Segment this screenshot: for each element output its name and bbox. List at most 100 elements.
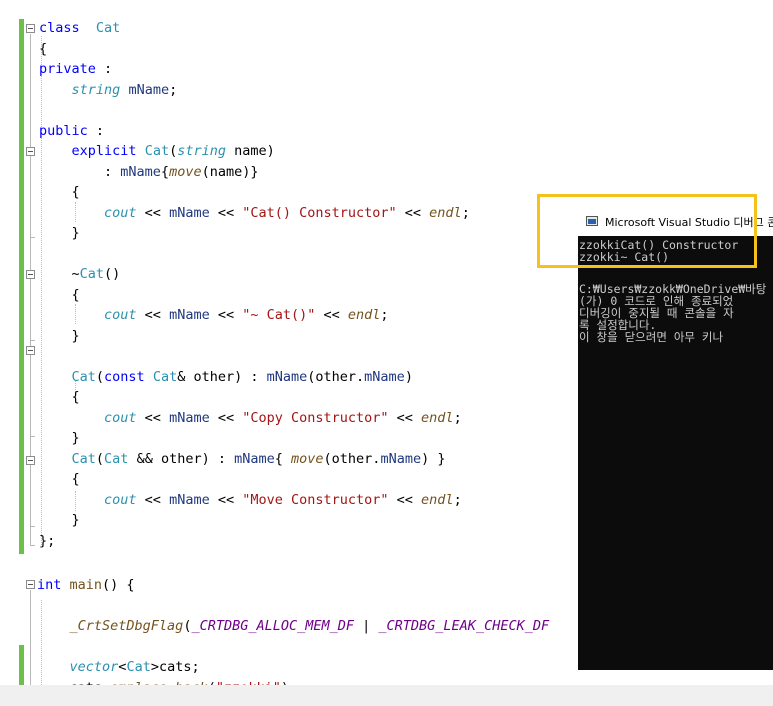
- code-token: (: [95, 450, 105, 467]
- code-line[interactable]: class Cat: [39, 19, 120, 38]
- code-token: ;: [453, 491, 462, 508]
- code-line[interactable]: cout << mName << "~ Cat()" << endl;: [39, 306, 389, 325]
- fold-end: [30, 237, 35, 238]
- code-token: Cat: [152, 368, 178, 385]
- code-token: {: [39, 184, 80, 200]
- collapse-explicit-ctor-icon[interactable]: [26, 147, 35, 156]
- code-line[interactable]: : mName{move(name)}: [39, 163, 258, 182]
- change-bar: [19, 19, 24, 554]
- code-line[interactable]: };: [39, 532, 55, 551]
- code-token: cout: [104, 204, 137, 221]
- collapse-destructor-icon[interactable]: [26, 270, 35, 279]
- code-line[interactable]: {: [39, 40, 47, 59]
- code-line[interactable]: ~Cat(): [39, 265, 121, 284]
- code-line[interactable]: {: [39, 183, 80, 202]
- code-token: Cat: [71, 450, 96, 467]
- code-line[interactable]: string mName;: [39, 81, 178, 100]
- code-token: {: [39, 389, 80, 405]
- code-token: () {: [102, 577, 135, 593]
- code-token: "Copy Constructor": [242, 409, 389, 426]
- code-token: cout: [104, 491, 137, 508]
- collapse-move-ctor-icon[interactable]: [26, 456, 35, 465]
- fold-end: [30, 545, 35, 546]
- code-token: "Cat() Constructor": [242, 204, 397, 221]
- code-token: ~: [39, 266, 80, 282]
- code-token: (name)}: [201, 163, 259, 180]
- code-token: Cat: [71, 368, 96, 385]
- code-token: <<: [396, 204, 430, 221]
- code-token: & other) :: [177, 368, 267, 385]
- debug-console-window[interactable]: Microsoft Visual Studio 디버그 콘솔 zzokkiCat…: [578, 207, 773, 670]
- code-token: (other.: [323, 450, 381, 467]
- code-token: const: [104, 368, 145, 385]
- code-line[interactable]: {: [39, 470, 80, 489]
- code-line[interactable]: vector<Cat>cats;: [37, 658, 200, 677]
- code-line[interactable]: Cat(Cat && other) : mName{ move(other.mN…: [39, 450, 446, 469]
- code-token: mName: [364, 368, 405, 385]
- code-token: mName: [120, 163, 161, 180]
- code-token: _CRTDBG_LEAK_CHECK_DF: [378, 618, 550, 634]
- code-token: {: [39, 471, 80, 487]
- code-line[interactable]: explicit Cat(string name): [39, 142, 275, 161]
- code-token: endl: [429, 204, 462, 221]
- code-token: }: [39, 225, 80, 241]
- code-token: <<: [136, 307, 170, 323]
- code-token: class: [39, 20, 80, 36]
- code-line[interactable]: {: [39, 286, 80, 305]
- code-token: move: [169, 163, 202, 180]
- code-token: mName: [169, 307, 210, 323]
- code-token: }: [39, 430, 80, 446]
- code-line[interactable]: {: [39, 388, 80, 407]
- code-token: <<: [209, 307, 243, 323]
- code-token: name): [226, 143, 275, 159]
- code-line[interactable]: int main() {: [37, 576, 135, 595]
- code-token: endl: [347, 307, 381, 323]
- code-line[interactable]: cout << mName << "Move Constructor" << e…: [39, 491, 462, 510]
- code-token: vector: [69, 659, 119, 675]
- collapse-copy-ctor-icon[interactable]: [26, 346, 35, 355]
- collapse-main-icon[interactable]: [26, 580, 35, 589]
- fold-end: [30, 526, 35, 527]
- code-line[interactable]: }: [39, 429, 80, 448]
- code-token: ) }: [421, 450, 446, 467]
- code-token: mName: [169, 204, 210, 221]
- code-token: int: [37, 577, 62, 593]
- code-token: :: [39, 163, 121, 180]
- code-token: {: [39, 40, 48, 57]
- code-token: string: [177, 143, 226, 159]
- code-token: mName: [234, 450, 275, 467]
- collapse-class-icon[interactable]: [26, 24, 35, 33]
- code-line[interactable]: private :: [39, 60, 112, 79]
- code-token: ;: [461, 204, 470, 221]
- code-line[interactable]: Cat(const Cat& other) : mName(other.mNam…: [39, 368, 413, 387]
- code-line[interactable]: }: [39, 327, 80, 346]
- code-line[interactable]: _CrtSetDbgFlag(_CRTDBG_ALLOC_MEM_DF | _C…: [37, 617, 550, 636]
- code-token: <<: [209, 491, 243, 508]
- code-token: |: [354, 618, 379, 634]
- code-token: Cat: [126, 659, 151, 675]
- code-token: cout: [104, 409, 137, 426]
- code-token: <<: [136, 204, 170, 221]
- code-token: <<: [315, 307, 348, 323]
- editor-bottom-bar: [0, 685, 773, 706]
- code-line[interactable]: cout << mName << "Cat() Constructor" << …: [39, 204, 470, 223]
- code-token: (): [104, 266, 121, 282]
- code-line[interactable]: public :: [39, 122, 104, 141]
- code-token: cout: [104, 307, 137, 323]
- code-line[interactable]: }: [39, 511, 80, 530]
- code-token: string: [71, 81, 121, 98]
- code-line[interactable]: }: [39, 224, 80, 243]
- code-token: }: [39, 512, 80, 528]
- console-line: 이 창을 닫으려면 아무 키나: [579, 330, 724, 344]
- code-line[interactable]: cout << mName << "Copy Constructor" << e…: [39, 409, 462, 428]
- code-token: main: [69, 577, 103, 593]
- fold-end: [30, 340, 35, 341]
- code-token: {: [274, 450, 292, 467]
- code-token: endl: [421, 409, 454, 426]
